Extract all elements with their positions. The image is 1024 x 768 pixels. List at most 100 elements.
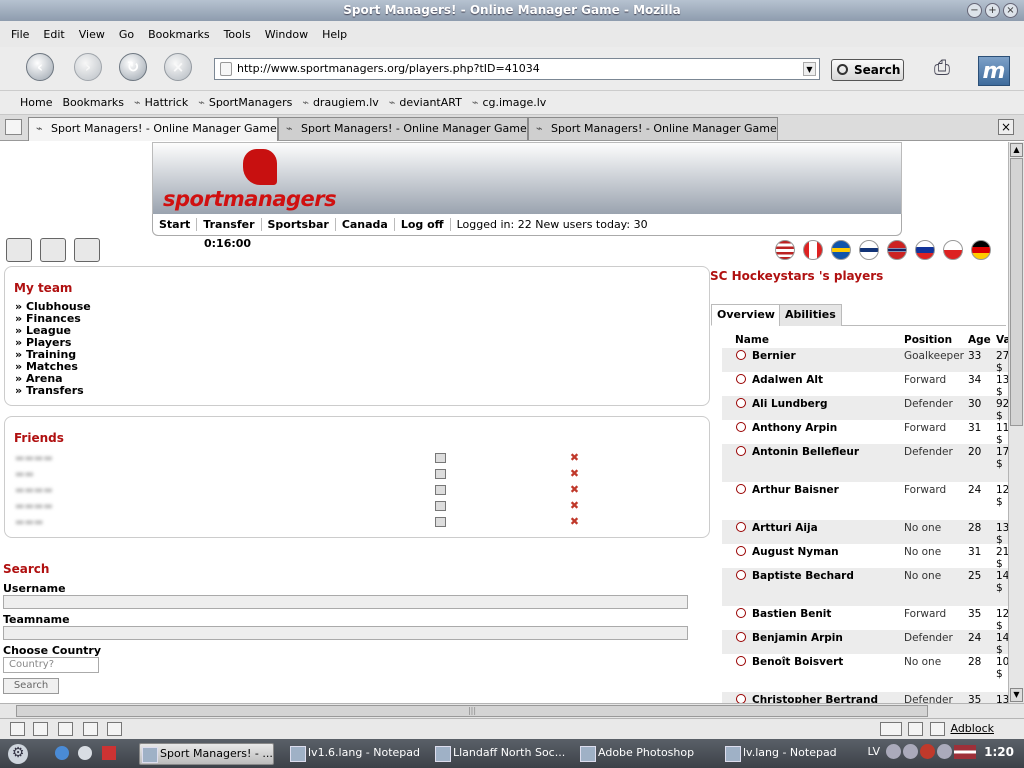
player-name[interactable]: Baptiste Bechard <box>735 570 895 582</box>
player-name[interactable]: Ali Lundberg <box>735 398 895 410</box>
message-icon[interactable] <box>435 469 446 479</box>
nav-logoff[interactable]: Log off <box>395 218 451 231</box>
player-name[interactable]: August Nyman <box>735 546 895 558</box>
menu-file[interactable]: File <box>4 28 36 41</box>
player-name[interactable]: Adalwen Alt <box>735 374 895 386</box>
menu-edit[interactable]: Edit <box>36 28 71 41</box>
friend-name-redacted[interactable]: ▬▬▬▬ <box>15 485 53 496</box>
player-name[interactable]: Artturi Aija <box>735 522 895 534</box>
tray-alert-icon[interactable] <box>920 744 935 759</box>
mail-icon[interactable] <box>33 722 48 736</box>
player-name[interactable]: Arthur Baisner <box>735 484 895 496</box>
task-photoshop[interactable]: Adobe Photoshop <box>578 743 713 765</box>
close-tab-icon[interactable]: × <box>998 119 1014 135</box>
menu-window[interactable]: Window <box>258 28 315 41</box>
app-icon[interactable] <box>102 746 116 760</box>
forward-button[interactable]: › <box>74 53 102 81</box>
tray-icon[interactable] <box>886 744 901 759</box>
site-logo[interactable]: sportmanagers <box>163 187 337 211</box>
stop-button[interactable]: × <box>164 53 192 81</box>
delete-icon[interactable]: ✖ <box>569 452 580 464</box>
task-sportmanagers[interactable]: Sport Managers! - ... <box>139 743 274 765</box>
search-button[interactable]: Search <box>831 59 904 81</box>
tray-icon[interactable] <box>937 744 952 759</box>
slovakia-flag-icon[interactable] <box>915 240 935 260</box>
bookmark-hattrick[interactable]: Hattrick <box>134 96 189 109</box>
delete-icon[interactable]: ✖ <box>569 500 580 512</box>
player-name[interactable]: Benoît Boisvert <box>735 656 895 668</box>
friend-name-redacted[interactable]: ▬▬▬▬ <box>15 501 53 512</box>
player-name[interactable]: Bernier <box>735 350 895 362</box>
menu-view[interactable]: View <box>72 28 112 41</box>
task-lv-notepad[interactable]: lv.lang - Notepad <box>723 743 858 765</box>
url-dropdown-icon[interactable]: ▼ <box>803 62 816 76</box>
menu-tools[interactable]: Tools <box>217 28 258 41</box>
addressbook-icon[interactable] <box>107 722 122 736</box>
finland-flag-icon[interactable] <box>859 240 879 260</box>
composer-icon[interactable] <box>83 722 98 736</box>
germany-flag-icon[interactable] <box>971 240 991 260</box>
friend-name-redacted[interactable]: ▬▬▬▬ <box>15 453 53 464</box>
tab-overview[interactable]: Overview <box>711 304 781 326</box>
header-value[interactable]: Va <box>996 334 1008 346</box>
bookmarks-folder[interactable]: Bookmarks <box>62 96 123 109</box>
tab-2[interactable]: Sport Managers! - Online Manager Game <box>278 117 528 140</box>
mozilla-status-icon[interactable] <box>10 722 25 736</box>
tab-abilities[interactable]: Abilities <box>779 304 842 326</box>
tray-icon[interactable] <box>903 744 918 759</box>
delete-icon[interactable]: ✖ <box>569 516 580 528</box>
player-name[interactable]: Christopher Bertrand <box>735 694 895 703</box>
delete-icon[interactable]: ✖ <box>569 468 580 480</box>
adblock-link[interactable]: Adblock <box>950 722 994 735</box>
vertical-scrollbar[interactable]: ▲ ▼ <box>1008 142 1024 703</box>
bookmark-draugiem[interactable]: draugiem.lv <box>302 96 379 109</box>
start-gear-icon[interactable]: ⚙ <box>8 744 28 764</box>
horizontal-scroll-thumb[interactable]: ||| <box>16 705 928 717</box>
usa-flag-icon[interactable] <box>775 240 795 260</box>
task-llandaff[interactable]: Llandaff North Soc... <box>433 743 568 765</box>
message-icon[interactable] <box>435 501 446 511</box>
delete-icon[interactable]: ✖ <box>569 484 580 496</box>
reload-button[interactable]: ↻ <box>119 53 147 81</box>
player-name[interactable]: Anthony Arpin <box>735 422 895 434</box>
horizontal-scrollbar[interactable]: ||| <box>0 703 1024 718</box>
teamname-input[interactable] <box>3 626 688 640</box>
new-tab-icon[interactable] <box>5 119 22 135</box>
mozilla-icon[interactable] <box>78 746 92 760</box>
binoculars-icon[interactable] <box>40 238 66 262</box>
tab-1[interactable]: Sport Managers! - Online Manager Game <box>28 117 278 141</box>
player-name[interactable]: Bastien Benit <box>735 608 895 620</box>
header-name[interactable]: Name <box>735 334 769 346</box>
scroll-thumb[interactable] <box>1010 158 1023 426</box>
link-transfers[interactable]: Transfers <box>15 385 91 397</box>
header-age[interactable]: Age <box>968 334 991 346</box>
book-icon[interactable] <box>6 238 32 262</box>
friend-name-redacted[interactable]: ▬▬ <box>15 469 34 480</box>
username-input[interactable] <box>3 595 688 609</box>
nav-canada[interactable]: Canada <box>336 218 395 231</box>
player-name[interactable]: Antonin Bellefleur <box>735 446 895 458</box>
notes-icon[interactable] <box>74 238 100 262</box>
task-lv16-notepad[interactable]: lv1.6.lang - Notepad <box>288 743 423 765</box>
sweden-flag-icon[interactable] <box>831 240 851 260</box>
czech-flag-icon[interactable] <box>943 240 963 260</box>
bookmark-cgimage[interactable]: cg.image.lv <box>472 96 546 109</box>
canada-flag-icon[interactable] <box>803 240 823 260</box>
nav-transfer[interactable]: Transfer <box>197 218 262 231</box>
language-indicator[interactable]: LV <box>868 745 880 758</box>
minimize-button[interactable]: − <box>967 3 982 18</box>
bookmark-deviantart[interactable]: deviantART <box>389 96 461 109</box>
message-icon[interactable] <box>435 453 446 463</box>
back-button[interactable]: ‹ <box>26 53 54 81</box>
home-bookmark[interactable]: Home <box>20 96 52 109</box>
tab-3[interactable]: Sport Managers! - Online Manager Game <box>528 117 778 140</box>
menu-bookmarks[interactable]: Bookmarks <box>141 28 216 41</box>
message-icon[interactable] <box>435 517 446 527</box>
country-select[interactable]: Country? <box>3 657 99 673</box>
nav-start[interactable]: Start <box>153 218 198 231</box>
norway-flag-icon[interactable] <box>887 240 907 260</box>
search-submit-button[interactable]: Search <box>3 678 59 694</box>
url-bar[interactable]: http://www.sportmanagers.org/players.php… <box>214 58 820 80</box>
header-position[interactable]: Position <box>904 334 952 346</box>
chat-icon[interactable] <box>58 722 73 736</box>
